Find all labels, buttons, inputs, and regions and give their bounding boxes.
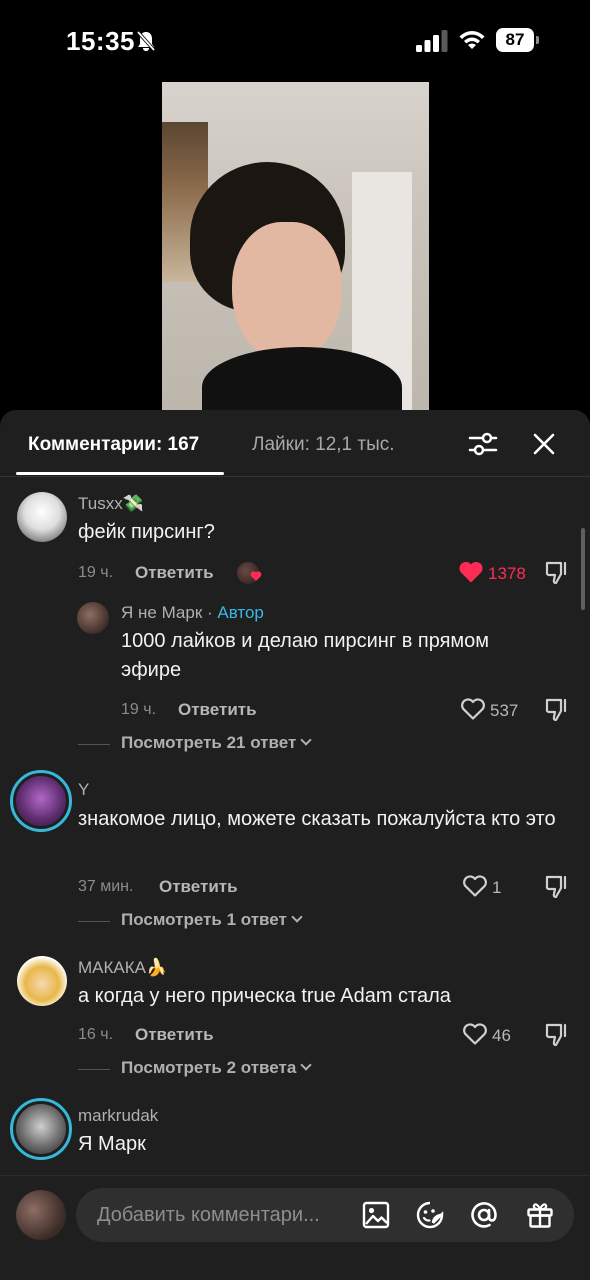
- scrollbar[interactable]: [581, 528, 585, 610]
- gift-icon[interactable]: [526, 1201, 554, 1229]
- view-replies-label[interactable]: Посмотреть 2 ответа: [121, 1058, 296, 1077]
- chevron-down-icon: [300, 734, 312, 746]
- chevron-down-icon: [291, 911, 303, 923]
- status-bar: 15:35 87: [0, 0, 590, 80]
- comments-panel: Комментарии: 167 Лайки: 12,1 тыс. Tusxx💸…: [0, 410, 590, 1280]
- clock: 15:35: [66, 26, 135, 56]
- my-avatar: [16, 1190, 66, 1240]
- comment-username[interactable]: МАКАКА🍌: [78, 958, 167, 978]
- reply-button[interactable]: Ответить: [178, 700, 257, 720]
- view-replies-button[interactable]: Посмотреть 2 ответа: [78, 1058, 378, 1082]
- comment-text: а когда у него прическа true Adam стала: [78, 985, 451, 1007]
- comment-input-bar: Добавить комментари...: [0, 1175, 590, 1280]
- view-replies-label[interactable]: Посмотреть 21 ответ: [121, 733, 296, 752]
- divider: [0, 476, 590, 477]
- close-icon[interactable]: [530, 430, 558, 458]
- avatar-story[interactable]: [10, 1098, 72, 1160]
- avatar[interactable]: [17, 956, 67, 1006]
- signal-icon: [416, 30, 448, 52]
- comment-username[interactable]: markrudak: [78, 1106, 158, 1126]
- like-count: 1: [492, 878, 502, 897]
- battery-icon: 87: [496, 28, 540, 52]
- reply-username[interactable]: Я не Марк · Автор: [121, 603, 264, 623]
- heart-outline-icon[interactable]: [460, 697, 486, 721]
- like-count: 1378: [488, 564, 526, 583]
- view-replies-button[interactable]: Посмотреть 1 ответ: [78, 910, 378, 934]
- bell-off-icon: [136, 30, 156, 52]
- dislike-icon[interactable]: [544, 1021, 570, 1047]
- comment-text: знакомое лицо, можете сказать пожалуйста…: [78, 808, 556, 830]
- reply-text: 1000 лайков и делаю пирсинг в прямом эфи…: [121, 630, 490, 681]
- wifi-icon: [459, 31, 485, 49]
- comment-input-placeholder[interactable]: Добавить комментари...: [97, 1204, 337, 1227]
- reply-button[interactable]: Ответить: [135, 563, 214, 583]
- emoji-icon[interactable]: [416, 1201, 444, 1229]
- reply-button[interactable]: Ответить: [159, 877, 238, 897]
- chevron-down-icon: [300, 1059, 312, 1071]
- avatar[interactable]: [77, 602, 109, 634]
- mention-icon[interactable]: [470, 1201, 498, 1229]
- avatar-story[interactable]: [10, 770, 72, 832]
- image-icon[interactable]: [362, 1201, 390, 1229]
- reply-time: 19 ч.: [121, 701, 157, 718]
- heart-outline-icon[interactable]: [462, 874, 488, 898]
- comment-username[interactable]: Tusxx💸: [78, 494, 144, 514]
- like-count: 537: [490, 701, 519, 720]
- view-replies-label[interactable]: Посмотреть 1 ответ: [121, 910, 287, 929]
- video-preview[interactable]: [162, 82, 429, 412]
- tab-bar: Комментарии: 167 Лайки: 12,1 тыс.: [0, 410, 590, 476]
- comment-time: 16 ч.: [78, 1026, 114, 1043]
- tab-likes[interactable]: Лайки: 12,1 тыс.: [252, 434, 395, 456]
- heart-icon[interactable]: [458, 560, 484, 584]
- like-count: 46: [492, 1026, 511, 1045]
- view-replies-button[interactable]: Посмотреть 21 ответ: [78, 733, 378, 757]
- comment-time: 19 ч.: [78, 564, 114, 581]
- heart-icon: [250, 571, 262, 581]
- comment-text: фейк пирсинг?: [78, 521, 215, 543]
- separator: ·: [202, 603, 218, 622]
- avatar[interactable]: [17, 492, 67, 542]
- comment-text: Я Марк: [78, 1133, 146, 1155]
- dislike-icon[interactable]: [544, 696, 570, 722]
- active-tab-indicator: [16, 472, 224, 475]
- reply-button[interactable]: Ответить: [135, 1025, 214, 1045]
- comment-username[interactable]: Y: [78, 780, 89, 800]
- battery-level: 87: [496, 28, 534, 52]
- author-badge: Автор: [217, 603, 264, 622]
- reply-username-text[interactable]: Я не Марк: [121, 603, 202, 622]
- dislike-icon[interactable]: [544, 873, 570, 899]
- filter-icon[interactable]: [468, 430, 498, 458]
- heart-outline-icon[interactable]: [462, 1022, 488, 1046]
- comment-input[interactable]: Добавить комментари...: [76, 1188, 574, 1242]
- comment-time: 37 мин.: [78, 878, 134, 895]
- tab-comments[interactable]: Комментарии: 167: [28, 434, 199, 456]
- dislike-icon[interactable]: [544, 559, 570, 585]
